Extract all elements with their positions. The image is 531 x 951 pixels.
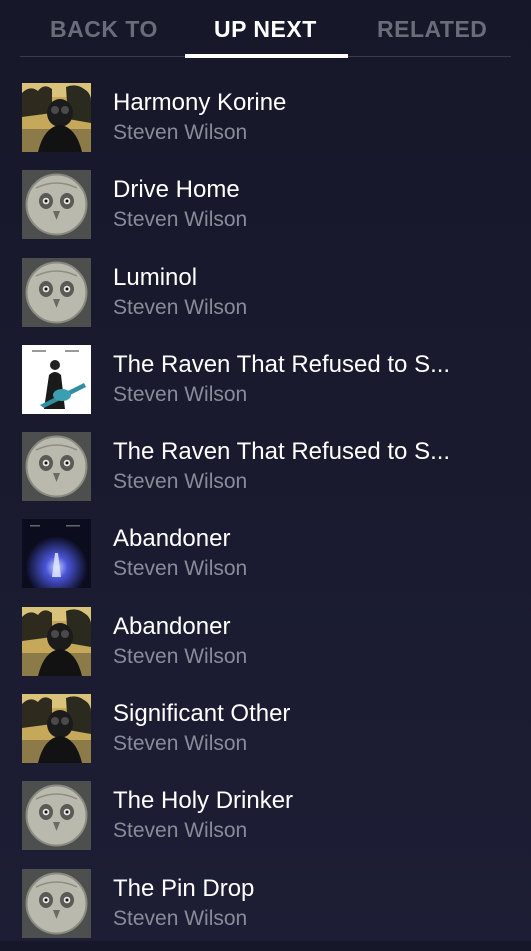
queue-item[interactable]: Luminol Steven Wilson — [0, 253, 531, 340]
up-next-list: Harmony Korine Steven Wilson Drive Home … — [0, 78, 531, 951]
album-art — [22, 83, 91, 152]
album-art — [22, 606, 91, 676]
track-title: The Raven That Refused to S... — [113, 350, 451, 378]
track-title: Abandoner — [113, 525, 231, 553]
track-artist: Steven Wilson — [113, 121, 248, 144]
track-title: Significant Other — [113, 700, 291, 728]
track-artist: Steven Wilson — [113, 644, 248, 668]
queue-item[interactable]: Significant Other Steven Wilson — [0, 689, 531, 776]
queue-item[interactable]: The Holy Drinker Steven Wilson — [0, 776, 531, 863]
track-artist: Steven Wilson — [113, 557, 248, 581]
album-art — [22, 257, 91, 327]
album-art — [22, 344, 91, 414]
album-art — [22, 868, 91, 938]
queue-item[interactable]: Abandoner Steven Wilson — [0, 602, 531, 689]
queue-item[interactable]: The Raven That Refused to S... Steven Wi… — [0, 427, 531, 514]
track-title: The Holy Drinker — [113, 787, 294, 815]
track-artist: Steven Wilson — [113, 208, 248, 232]
track-title: The Raven That Refused to S... — [113, 438, 451, 466]
track-title: Harmony Korine — [113, 89, 287, 116]
track-artist: Steven Wilson — [113, 906, 248, 930]
album-art — [22, 781, 91, 851]
track-title: Drive Home — [113, 176, 240, 204]
album-art — [22, 170, 91, 240]
tab-up-next[interactable]: UP NEXT — [214, 16, 317, 43]
album-art — [22, 519, 91, 589]
track-title: The Pin Drop — [113, 874, 255, 902]
tab-related[interactable]: RELATED — [377, 16, 487, 43]
queue-item[interactable]: The Pin Drop Steven Wilson — [0, 864, 531, 951]
track-title: Luminol — [113, 263, 198, 291]
queue-item[interactable]: The Raven That Refused to S... Steven Wi… — [0, 340, 531, 427]
tab-back-to[interactable]: BACK TO — [50, 16, 158, 43]
track-artist: Steven Wilson — [113, 382, 248, 406]
track-title: Abandoner — [113, 612, 231, 640]
album-art — [22, 432, 91, 502]
tab-bar: BACK TO UP NEXT RELATED — [0, 0, 531, 58]
track-artist: Steven Wilson — [113, 819, 248, 843]
queue-item[interactable]: Harmony Korine Steven Wilson — [0, 78, 531, 165]
track-artist: Steven Wilson — [113, 732, 248, 756]
album-art — [22, 694, 91, 764]
queue-item[interactable]: Drive Home Steven Wilson — [0, 165, 531, 252]
track-artist: Steven Wilson — [113, 295, 248, 319]
queue-item[interactable]: Abandoner Steven Wilson — [0, 514, 531, 601]
active-tab-indicator — [185, 54, 348, 58]
track-artist: Steven Wilson — [113, 470, 248, 494]
